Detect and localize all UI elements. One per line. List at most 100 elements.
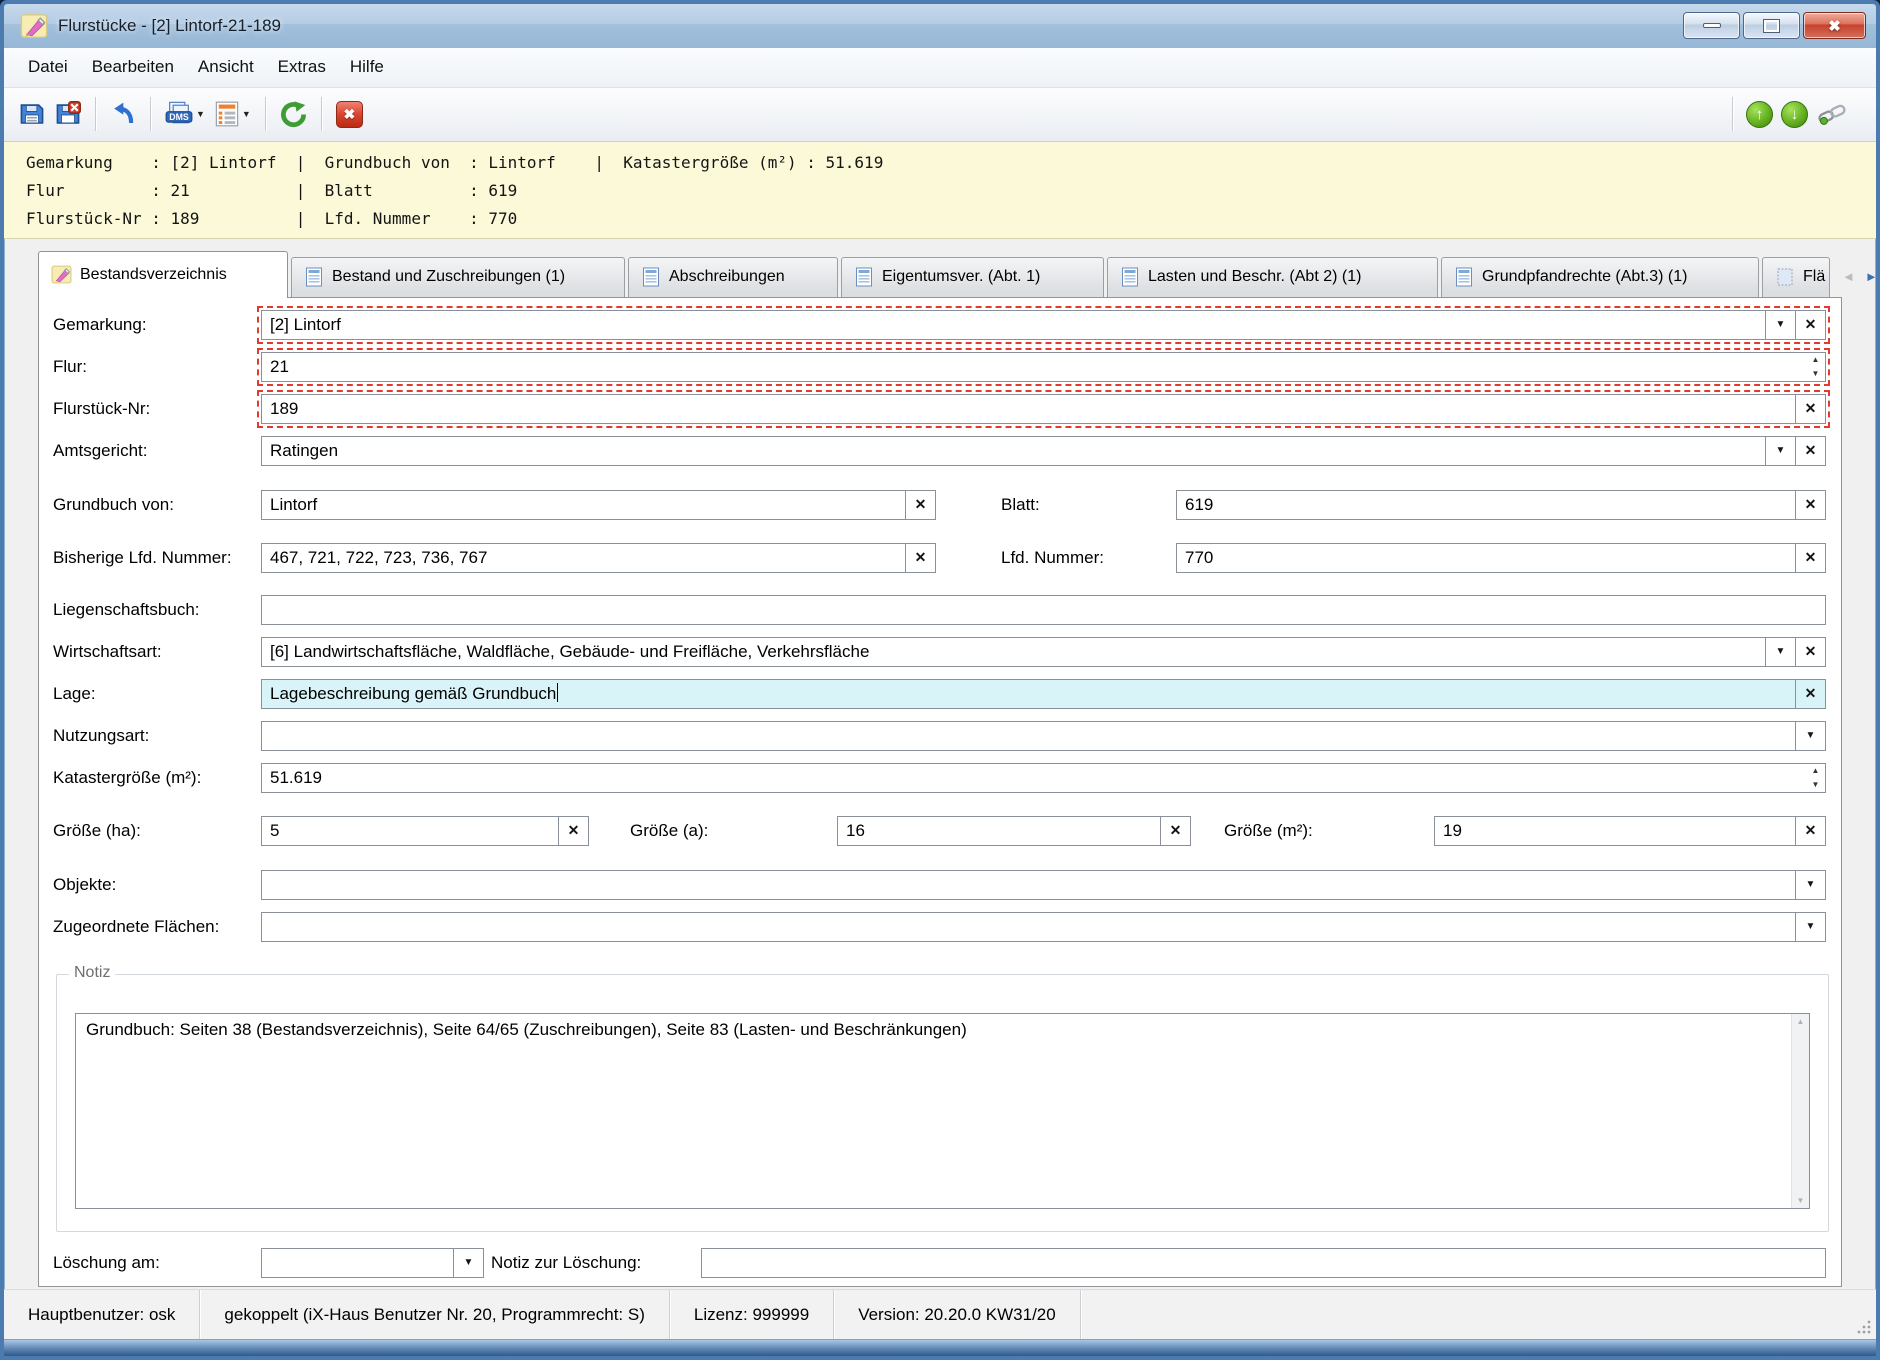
link-icon — [1817, 102, 1847, 126]
lage-clear-button[interactable]: ✕ — [1795, 680, 1825, 708]
gemarkung-clear-button[interactable]: ✕ — [1795, 311, 1825, 339]
tab-abschreibungen[interactable]: Abschreibungen — [628, 257, 838, 297]
groesse-m2-clear-button[interactable]: ✕ — [1795, 817, 1825, 845]
tab-eigentumsver[interactable]: Eigentumsver. (Abt. 1) — [841, 257, 1104, 297]
gemarkung-input[interactable] — [262, 311, 1765, 339]
lfd-nummer-clear-button[interactable]: ✕ — [1795, 544, 1825, 572]
spin-up-icon[interactable]: ▲ — [1806, 353, 1825, 367]
field-row-lage: Lage: Lagebeschreibung gemäß Grundbuch ✕ — [39, 679, 1841, 709]
toolbar-separator — [321, 97, 322, 131]
tab-label: Flä — [1803, 268, 1825, 286]
tab-bestand-zuschreibungen[interactable]: Bestand und Zuschreibungen (1) — [291, 257, 625, 297]
gemarkung-label: Gemarkung: — [53, 310, 147, 340]
svg-text:DMS: DMS — [169, 112, 189, 122]
toolbar-right-group: ↑ ↓ — [1723, 95, 1866, 133]
summary-line-1: Gemarkung : [2] Lintorf | Grundbuch von … — [26, 149, 1876, 177]
tab-grundpfandrechte[interactable]: Grundpfandrechte (Abt.3) (1) — [1441, 257, 1759, 297]
flur-spinner[interactable]: ▲ ▼ — [1806, 353, 1825, 381]
tab-scroll-right-button[interactable]: ► — [1860, 269, 1880, 284]
maximize-icon — [1764, 20, 1779, 32]
menu-extras[interactable]: Extras — [266, 51, 338, 83]
groesse-ha-clear-button[interactable]: ✕ — [558, 817, 588, 845]
flurstueck-nr-input[interactable] — [262, 395, 1795, 423]
wirtschaftsart-input[interactable] — [262, 638, 1765, 666]
menu-bearbeiten[interactable]: Bearbeiten — [80, 51, 186, 83]
menu-hilfe[interactable]: Hilfe — [338, 51, 396, 83]
wirtschaftsart-clear-button[interactable]: ✕ — [1795, 638, 1825, 666]
list-button[interactable]: ▼ — [210, 95, 256, 133]
loeschung-am-input[interactable] — [262, 1249, 453, 1277]
liegenschaftsbuch-field — [261, 595, 1826, 625]
spin-up-icon[interactable]: ▲ — [1806, 764, 1825, 778]
table-icon — [1454, 267, 1474, 287]
nutzungsart-dropdown-button[interactable]: ▼ — [1795, 722, 1825, 750]
scroll-up-icon[interactable]: ▲ — [1797, 1014, 1805, 1029]
spin-down-icon[interactable]: ▼ — [1806, 778, 1825, 792]
nutzungsart-input[interactable] — [262, 722, 1795, 750]
amtsgericht-input[interactable] — [262, 437, 1765, 465]
link-button[interactable] — [1812, 95, 1852, 133]
tab-bestandsverzeichnis[interactable]: Bestandsverzeichnis — [38, 251, 288, 298]
save-close-button[interactable] — [50, 95, 86, 133]
katastergroesse-input[interactable] — [262, 764, 1806, 792]
dms-button[interactable]: DMS ▼ — [160, 95, 210, 133]
resize-grip[interactable] — [1856, 1319, 1872, 1335]
menu-ansicht[interactable]: Ansicht — [186, 51, 266, 83]
navigate-up-button[interactable]: ↑ — [1746, 101, 1773, 128]
tab-lasten-beschr[interactable]: Lasten und Beschr. (Abt 2) (1) — [1107, 257, 1438, 297]
tab-flaechen-truncated[interactable]: Flä — [1762, 257, 1830, 297]
tab-scroll-left-button[interactable]: ◄ — [1837, 269, 1860, 284]
groesse-a-clear-button[interactable]: ✕ — [1160, 817, 1190, 845]
status-lizenz: Lizenz: 999999 — [670, 1290, 834, 1339]
navigate-down-button[interactable]: ↓ — [1781, 101, 1808, 128]
amtsgericht-clear-button[interactable]: ✕ — [1795, 437, 1825, 465]
groesse-m2-input[interactable] — [1435, 817, 1795, 845]
undo-button[interactable] — [105, 95, 141, 133]
refresh-icon — [280, 101, 307, 128]
bisherige-lfd-nummer-clear-button[interactable]: ✕ — [905, 544, 935, 572]
bisherige-lfd-nummer-input[interactable] — [262, 544, 905, 572]
blatt-input[interactable] — [1177, 491, 1795, 519]
refresh-button[interactable] — [275, 95, 312, 133]
flurstueck-nr-clear-button[interactable]: ✕ — [1795, 395, 1825, 423]
amtsgericht-dropdown-button[interactable]: ▼ — [1765, 437, 1795, 465]
window-controls: ✖ — [1683, 12, 1866, 39]
notiz-zur-loeschung-field — [701, 1248, 1826, 1278]
field-row-flur: Flur: ▲ ▼ — [39, 352, 1841, 382]
gemarkung-combobox: ▼ ✕ — [261, 310, 1826, 340]
notiz-textarea[interactable]: Grundbuch: Seiten 38 (Bestandsverzeichni… — [76, 1014, 1791, 1208]
groesse-a-input[interactable] — [838, 817, 1160, 845]
groesse-ha-input[interactable] — [262, 817, 558, 845]
objekte-combobox: ▼ — [261, 870, 1826, 900]
grundbuch-von-clear-button[interactable]: ✕ — [905, 491, 935, 519]
notiz-scrollbar[interactable]: ▲ ▼ — [1791, 1014, 1809, 1208]
objekte-input[interactable] — [262, 871, 1795, 899]
wirtschaftsart-dropdown-button[interactable]: ▼ — [1765, 638, 1795, 666]
zugeordnete-flaechen-dropdown-button[interactable]: ▼ — [1795, 913, 1825, 941]
lage-input[interactable]: Lagebeschreibung gemäß Grundbuch — [262, 680, 1795, 708]
save-button[interactable] — [14, 95, 50, 133]
menu-datei[interactable]: Datei — [16, 51, 80, 83]
loeschung-am-dropdown-button[interactable]: ▼ — [453, 1249, 483, 1277]
close-button[interactable]: ✖ — [1803, 12, 1866, 39]
minimize-button[interactable] — [1683, 12, 1740, 39]
grundbuch-von-input[interactable] — [262, 491, 905, 519]
field-row-liegenschaftsbuch: Liegenschaftsbuch: — [39, 595, 1841, 625]
blatt-clear-button[interactable]: ✕ — [1795, 491, 1825, 519]
katastergroesse-spinner[interactable]: ▲ ▼ — [1806, 764, 1825, 792]
maximize-button[interactable] — [1743, 12, 1800, 39]
close-record-button[interactable]: ✖ — [331, 95, 368, 133]
gemarkung-dropdown-button[interactable]: ▼ — [1765, 311, 1795, 339]
groesse-m2-field: ✕ — [1434, 816, 1826, 846]
spin-down-icon[interactable]: ▼ — [1806, 367, 1825, 381]
flur-input[interactable] — [262, 353, 1806, 381]
notiz-field: Grundbuch: Seiten 38 (Bestandsverzeichni… — [75, 1013, 1810, 1209]
groesse-m2-label: Größe (m²): — [1224, 816, 1313, 846]
scroll-down-icon[interactable]: ▼ — [1797, 1193, 1805, 1208]
zugeordnete-flaechen-input[interactable] — [262, 913, 1795, 941]
lfd-nummer-input[interactable] — [1177, 544, 1795, 572]
field-row-wirtschaftsart: Wirtschaftsart: ▼ ✕ — [39, 637, 1841, 667]
liegenschaftsbuch-input[interactable] — [262, 596, 1825, 624]
notiz-zur-loeschung-input[interactable] — [702, 1249, 1825, 1277]
objekte-dropdown-button[interactable]: ▼ — [1795, 871, 1825, 899]
